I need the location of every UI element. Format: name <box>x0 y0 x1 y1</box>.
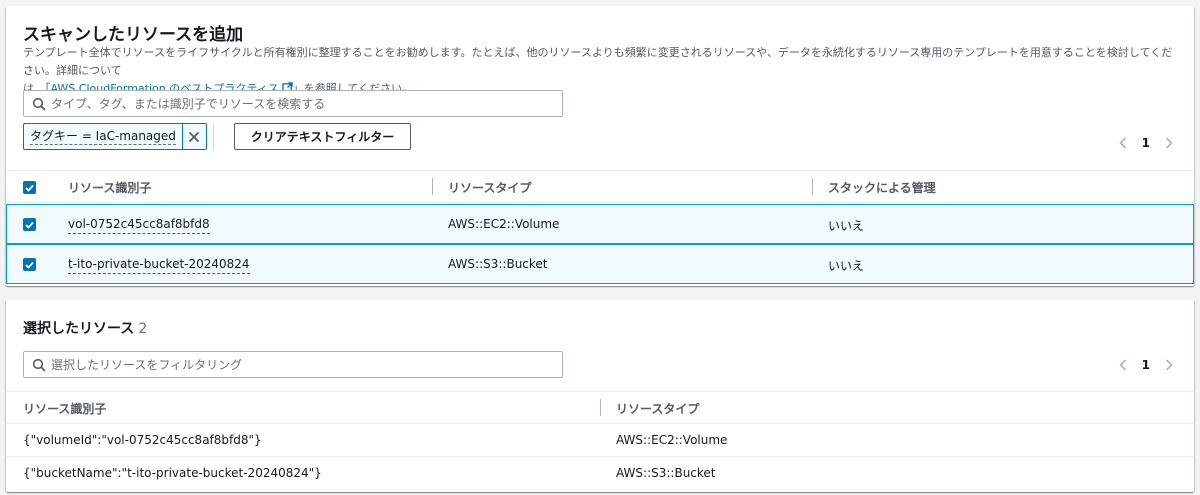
chevron-left-icon <box>1119 359 1126 371</box>
column-divider[interactable] <box>432 178 433 195</box>
chevron-left-icon <box>1119 137 1126 149</box>
search-icon <box>32 97 46 111</box>
filter-token[interactable]: タグキー = IaC-managed <box>23 123 207 150</box>
current-page-number[interactable]: 1 <box>1142 136 1150 150</box>
resource-id-cell: {"bucketName":"t-ito-private-bucket-2024… <box>23 466 322 480</box>
table-row: {"bucketName":"t-ito-private-bucket-2024… <box>6 457 1194 490</box>
selected-table-header: リソース識別子 リソースタイプ <box>6 391 1194 424</box>
resource-type-cell: AWS::S3::Bucket <box>616 466 716 480</box>
selected-resources-panel: 選択したリソース2 1 リソース識別子 リソースタイプ {"volumeId":… <box>6 300 1194 492</box>
column-resource-type[interactable]: リソースタイプ <box>448 179 531 196</box>
previous-page-button[interactable] <box>1118 137 1128 149</box>
managed-cell: いいえ <box>828 259 865 273</box>
next-page-button[interactable] <box>1164 137 1174 149</box>
column-divider[interactable] <box>812 178 813 195</box>
table-row[interactable]: vol-0752c45cc8af8bfd8 AWS::EC2::Volume い… <box>6 204 1194 244</box>
resource-id-cell[interactable]: vol-0752c45cc8af8bfd8 <box>68 217 210 234</box>
checkmark-icon <box>25 221 34 229</box>
resource-id-text: t-ito-private-bucket-20240824 <box>68 257 250 274</box>
search-icon <box>32 358 46 372</box>
column-resource-id[interactable]: リソース識別子 <box>23 400 106 417</box>
scanned-resources-panel: スキャンしたリソースを追加 テンプレート全体でリソースをライフサイクルと所有権別… <box>6 6 1194 286</box>
next-page-button[interactable] <box>1164 359 1174 371</box>
pagination: 1 <box>1118 136 1174 150</box>
resource-search-box[interactable] <box>23 90 563 117</box>
table-row[interactable]: t-ito-private-bucket-20240824 AWS::S3::B… <box>6 244 1194 284</box>
clear-text-filter-button[interactable]: クリアテキストフィルター <box>234 123 411 150</box>
row-checkbox[interactable] <box>23 218 36 231</box>
description-line-1: テンプレート全体でリソースをライフサイクルと所有権別に整理することをお勧めします… <box>23 46 1173 77</box>
select-all-checkbox[interactable] <box>23 181 36 194</box>
chevron-right-icon <box>1165 137 1173 149</box>
resource-id-text: vol-0752c45cc8af8bfd8 <box>68 217 210 234</box>
column-resource-id[interactable]: リソース識別子 <box>68 179 151 196</box>
chevron-right-icon <box>1165 359 1173 371</box>
resource-type-cell: AWS::EC2::Volume <box>448 217 560 231</box>
close-icon <box>189 131 200 142</box>
row-checkbox[interactable] <box>23 258 36 271</box>
column-divider[interactable] <box>600 399 601 416</box>
selected-panel-title: 選択したリソース 2 <box>23 318 147 338</box>
selected-count: 2 <box>138 321 148 337</box>
current-page-number[interactable]: 1 <box>1142 358 1150 372</box>
resource-type-cell: AWS::S3::Bucket <box>448 257 548 271</box>
column-managed-by-stack[interactable]: スタックによる管理 <box>828 179 936 196</box>
panel-title: スキャンしたリソースを追加 <box>23 25 244 45</box>
table-row: {"volumeId":"vol-0752c45cc8af8bfd8"} AWS… <box>6 424 1194 457</box>
checkmark-icon <box>25 261 34 269</box>
resource-search-input[interactable] <box>51 92 555 115</box>
selected-filter-box[interactable] <box>23 351 563 378</box>
selected-filter-input[interactable] <box>51 353 555 376</box>
selected-title-text: 選択したリソース <box>23 321 135 337</box>
filter-token-label[interactable]: タグキー = IaC-managed <box>24 124 182 149</box>
toolbar-divider <box>213 123 214 150</box>
filter-token-text: タグキー = IaC-managed <box>30 129 176 145</box>
scanned-table-header: リソース識別子 リソースタイプ スタックによる管理 <box>6 170 1194 203</box>
pagination: 1 <box>1118 358 1174 372</box>
managed-cell: いいえ <box>828 219 865 233</box>
resource-id-cell: {"volumeId":"vol-0752c45cc8af8bfd8"} <box>23 433 262 447</box>
resource-type-cell: AWS::EC2::Volume <box>616 433 728 447</box>
resource-id-cell[interactable]: t-ito-private-bucket-20240824 <box>68 257 250 274</box>
checkmark-icon <box>25 184 34 192</box>
column-resource-type[interactable]: リソースタイプ <box>616 400 699 417</box>
previous-page-button[interactable] <box>1118 359 1128 371</box>
remove-filter-button[interactable] <box>181 124 206 149</box>
